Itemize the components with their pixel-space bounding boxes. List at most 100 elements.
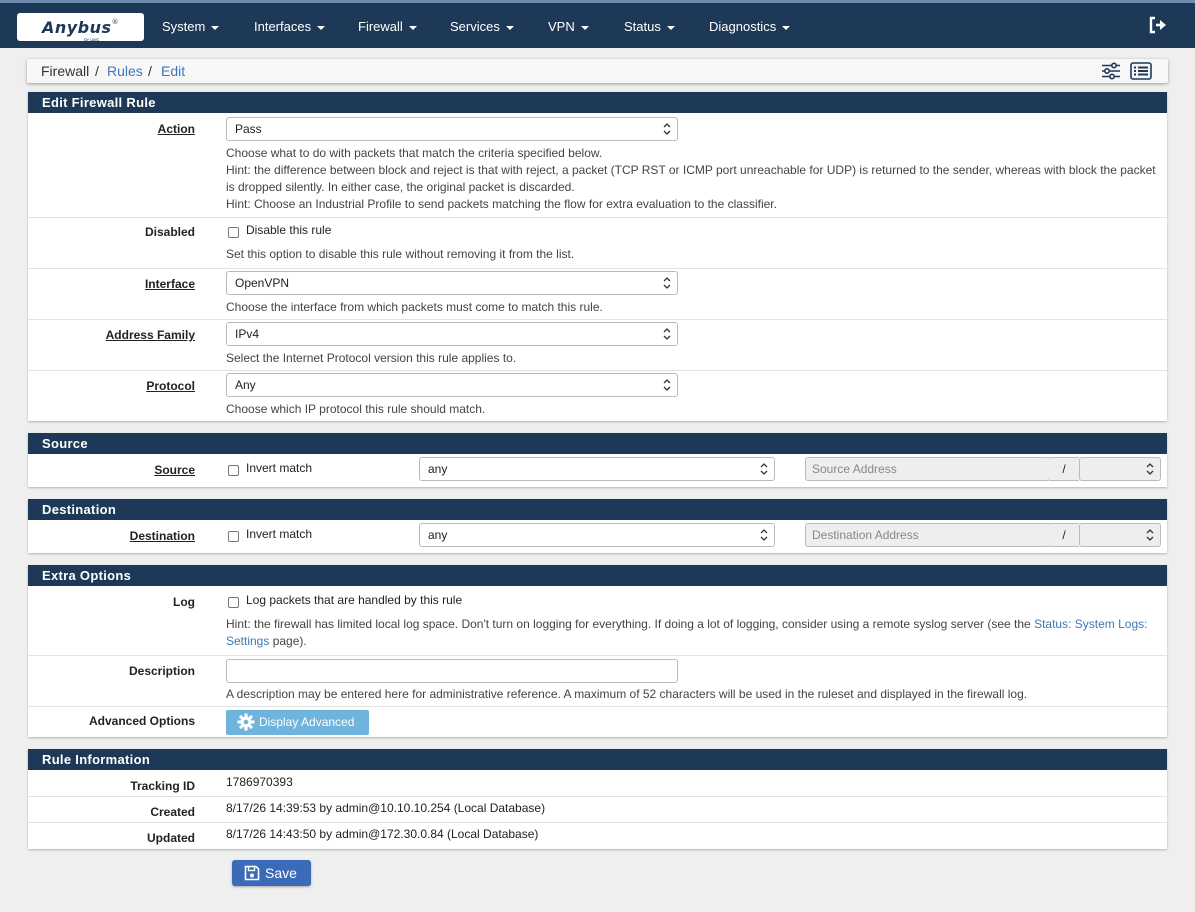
gear-icon: [237, 713, 255, 731]
interface-label: Interface: [144, 277, 195, 291]
disabled-help: Set this option to disable this rule wit…: [226, 247, 575, 261]
top-navbar: Anybus® BY HMS NETWORKS System Interfaces…: [0, 0, 1195, 48]
address-family-help: Select the Internet Protocol version thi…: [226, 351, 517, 365]
address-family-row: Address Family IPv4 Select the Internet …: [28, 319, 1167, 370]
description-help: A description may be entered here for ad…: [226, 687, 1028, 701]
destination-address-input[interactable]: Destination Address: [805, 523, 1050, 547]
tracking-id-value: 1786970393: [226, 775, 293, 789]
created-label: Created: [150, 805, 195, 819]
created-row: Created 8/17/26 14:39:53 by admin@10.10.…: [28, 796, 1167, 822]
action-label: Action: [157, 122, 195, 136]
created-value: 8/17/26 14:39:53 by admin@10.10.10.254 (…: [226, 801, 546, 815]
protocol-help: Choose which IP protocol this rule shoul…: [226, 402, 486, 416]
panel-title: Rule Information: [28, 749, 1167, 770]
destination-panel: Destination Destination Invert match any…: [28, 499, 1167, 553]
protocol-label: Protocol: [146, 379, 195, 393]
list-icon[interactable]: [1130, 62, 1152, 80]
nav-system[interactable]: System: [162, 15, 220, 39]
select-arrows-icon: [760, 463, 768, 475]
system-logs-link[interactable]: Status: System Logs:: [1034, 617, 1147, 631]
protocol-value: Any: [235, 378, 256, 392]
interface-select[interactable]: OpenVPN: [226, 271, 678, 295]
select-arrows-icon: [1146, 463, 1154, 475]
destination-type-select[interactable]: any: [419, 523, 775, 547]
logout-icon[interactable]: [1148, 15, 1168, 35]
source-address-input[interactable]: Source Address: [805, 457, 1050, 481]
source-label: Source: [154, 463, 195, 477]
disabled-label: Disabled: [144, 225, 195, 239]
display-advanced-button[interactable]: Display Advanced: [226, 710, 369, 735]
interface-row: Interface OpenVPN Choose the interface f…: [28, 268, 1167, 319]
description-input[interactable]: [226, 659, 678, 683]
chevron-down-icon: [782, 25, 791, 30]
extra-options-panel: Extra Options Log Log packets that are h…: [28, 565, 1167, 737]
source-row: Source Invert match any Source Address /: [28, 454, 1167, 487]
nav-diagnostics[interactable]: Diagnostics: [709, 15, 791, 39]
brand-name: Anybus® BY HMS NETWORKS: [41, 17, 120, 48]
panel-title: Edit Firewall Rule: [28, 92, 1167, 113]
destination-mask-select[interactable]: [1079, 523, 1161, 547]
nav-interfaces[interactable]: Interfaces: [254, 15, 326, 39]
address-family-label: Address Family: [105, 328, 195, 342]
source-panel: Source Source Invert match any Source Ad…: [28, 433, 1167, 487]
source-type-value: any: [428, 462, 448, 476]
updated-label: Updated: [147, 831, 195, 845]
action-help: Choose what to do with packets that matc…: [226, 146, 1156, 211]
action-select[interactable]: Pass: [226, 117, 678, 141]
updated-value: 8/17/26 14:43:50 by admin@172.30.0.84 (L…: [226, 827, 539, 841]
log-help: Hint: the firewall has limited local log…: [226, 617, 1148, 648]
source-mask-select[interactable]: [1079, 457, 1161, 481]
log-checkbox[interactable]: [228, 597, 239, 608]
nav-services[interactable]: Services: [450, 15, 514, 39]
panel-title: Extra Options: [28, 565, 1167, 586]
chevron-down-icon: [580, 25, 589, 30]
panel-title: Destination: [28, 499, 1167, 520]
chevron-down-icon: [317, 25, 326, 30]
select-arrows-icon: [663, 123, 671, 135]
protocol-select[interactable]: Any: [226, 373, 678, 397]
tracking-id-row: Tracking ID 1786970393: [28, 770, 1167, 796]
tracking-id-label: Tracking ID: [130, 779, 195, 793]
protocol-row: Protocol Any Choose which IP protocol th…: [28, 370, 1167, 421]
save-label: Save: [265, 865, 297, 881]
action-row: Action Pass Choose what to do with packe…: [28, 113, 1167, 217]
edit-rule-panel: Edit Firewall Rule Action Pass Choose wh…: [28, 92, 1167, 421]
destination-invert-label: Invert match: [246, 527, 313, 541]
breadcrumb-edit-link[interactable]: Edit: [161, 63, 185, 79]
interface-help: Choose the interface from which packets …: [226, 300, 603, 314]
save-button[interactable]: Save: [232, 860, 311, 886]
breadcrumb-separator: /: [148, 63, 152, 79]
action-value: Pass: [235, 122, 262, 136]
settings-link[interactable]: Settings: [226, 634, 269, 648]
floppy-disk-icon: [244, 865, 260, 881]
destination-invert-checkbox[interactable]: [228, 531, 239, 542]
source-invert-checkbox[interactable]: [228, 465, 239, 476]
disabled-row: Disabled Disable this rule Set this opti…: [28, 217, 1167, 268]
log-checkbox-label: Log packets that are handled by this rul…: [246, 593, 463, 607]
description-label: Description: [128, 664, 195, 678]
description-row: Description A description may be entered…: [28, 655, 1167, 706]
chevron-down-icon: [408, 25, 417, 30]
brand-logo[interactable]: Anybus® BY HMS NETWORKS: [17, 13, 144, 48]
destination-mask-separator: /: [1049, 523, 1079, 547]
source-mask-separator: /: [1049, 457, 1079, 481]
address-family-select[interactable]: IPv4: [226, 322, 678, 346]
breadcrumb-rules-link[interactable]: Rules: [107, 63, 143, 79]
advanced-options-label: Advanced Options: [88, 714, 195, 728]
nav-firewall[interactable]: Firewall: [358, 15, 417, 39]
sliders-icon[interactable]: [1101, 62, 1121, 80]
nav-status[interactable]: Status: [624, 15, 675, 39]
chevron-down-icon: [211, 25, 220, 30]
interface-value: OpenVPN: [235, 276, 290, 290]
select-arrows-icon: [663, 277, 671, 289]
advanced-options-row: Advanced Options Display Advanced: [28, 706, 1167, 737]
nav-vpn[interactable]: VPN: [548, 15, 589, 39]
source-type-select[interactable]: any: [419, 457, 775, 481]
disable-rule-checkbox-label: Disable this rule: [246, 223, 332, 237]
disable-rule-checkbox[interactable]: [228, 227, 239, 238]
breadcrumb: Firewall / Rules / Edit: [27, 59, 1168, 83]
destination-type-value: any: [428, 528, 448, 542]
destination-label: Destination: [129, 529, 195, 543]
select-arrows-icon: [760, 529, 768, 541]
breadcrumb-firewall: Firewall: [41, 63, 90, 79]
